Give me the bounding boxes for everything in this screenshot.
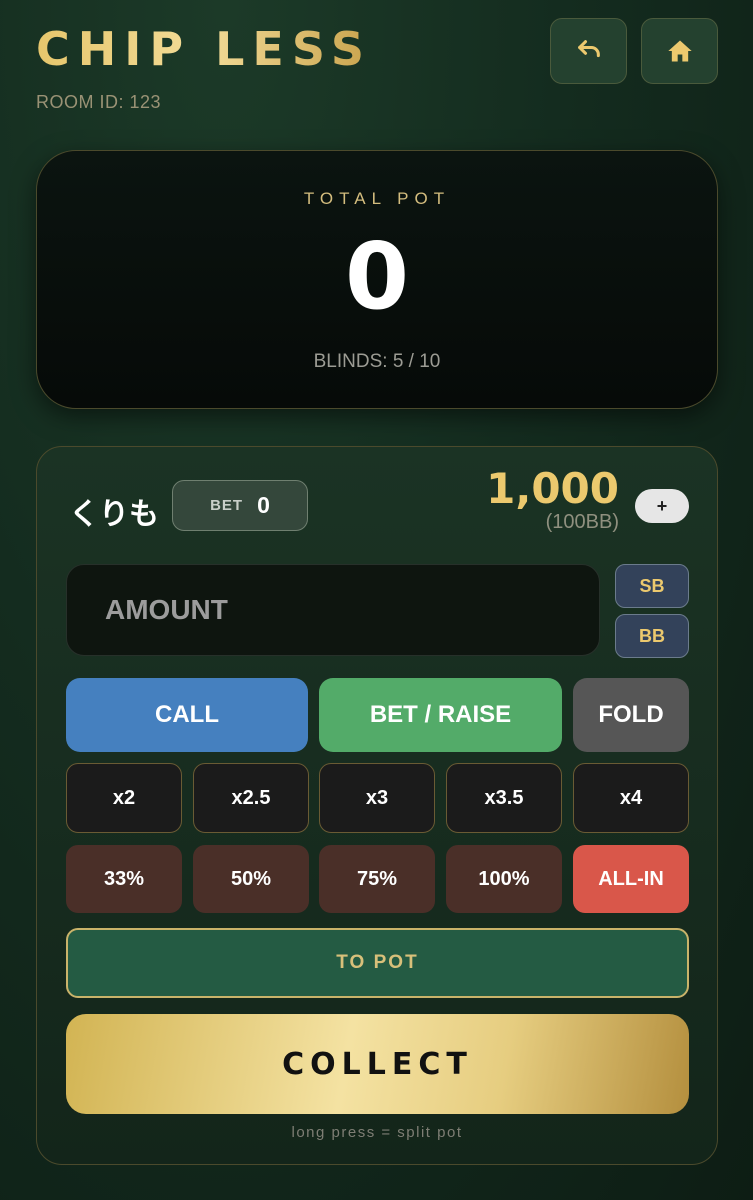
pot-card: TOTAL POT 0 BLINDS: 5 / 10 bbox=[36, 150, 718, 409]
call-button[interactable]: CALL bbox=[66, 678, 308, 752]
home-icon bbox=[667, 40, 692, 62]
split-pot-hint: long press = split pot bbox=[291, 1124, 463, 1141]
player-stack: 1,000 (100BB) bbox=[486, 463, 619, 534]
pot-label: TOTAL POT bbox=[303, 189, 451, 208]
pot-75-button[interactable]: 75% bbox=[319, 845, 435, 913]
player-name: くりも bbox=[69, 497, 159, 532]
bet-label: BET bbox=[210, 497, 244, 514]
collect-button[interactable]: COLLECT bbox=[66, 1014, 689, 1114]
pot-value: 0 bbox=[344, 223, 409, 330]
bet-badge: BET 0 bbox=[172, 480, 308, 531]
to-pot-button[interactable]: TO POT bbox=[66, 928, 689, 998]
pot-33-button[interactable]: 33% bbox=[66, 845, 182, 913]
app-title: CHIP LESS bbox=[36, 22, 373, 76]
home-button[interactable] bbox=[641, 18, 718, 84]
sb-button[interactable]: SB bbox=[615, 564, 689, 608]
multiplier-x2-button[interactable]: x2 bbox=[66, 763, 182, 833]
multiplier-x3-button[interactable]: x3 bbox=[319, 763, 435, 833]
multiplier-x4-button[interactable]: x4 bbox=[573, 763, 689, 833]
all-in-button[interactable]: ALL-IN bbox=[573, 845, 689, 913]
multiplier-x3-5-button[interactable]: x3.5 bbox=[446, 763, 562, 833]
undo-icon bbox=[577, 40, 600, 58]
player-card: くりも BET 0 1,000 (100BB) + SB BB CALL BET… bbox=[36, 446, 718, 1165]
stack-amount: 1,000 bbox=[486, 464, 619, 513]
add-chips-button[interactable]: + bbox=[635, 489, 689, 523]
multiplier-x2-5-button[interactable]: x2.5 bbox=[193, 763, 309, 833]
bet-value: 0 bbox=[257, 492, 270, 518]
amount-input[interactable] bbox=[66, 564, 600, 656]
undo-button[interactable] bbox=[550, 18, 627, 84]
pot-100-button[interactable]: 100% bbox=[446, 845, 562, 913]
bb-button[interactable]: BB bbox=[615, 614, 689, 658]
room-id: ROOM ID: 123 bbox=[36, 92, 162, 112]
fold-button[interactable]: FOLD bbox=[573, 678, 689, 752]
blinds-info: BLINDS: 5 / 10 bbox=[313, 351, 441, 372]
pot-50-button[interactable]: 50% bbox=[193, 845, 309, 913]
bet-raise-button[interactable]: BET / RAISE bbox=[319, 678, 562, 752]
